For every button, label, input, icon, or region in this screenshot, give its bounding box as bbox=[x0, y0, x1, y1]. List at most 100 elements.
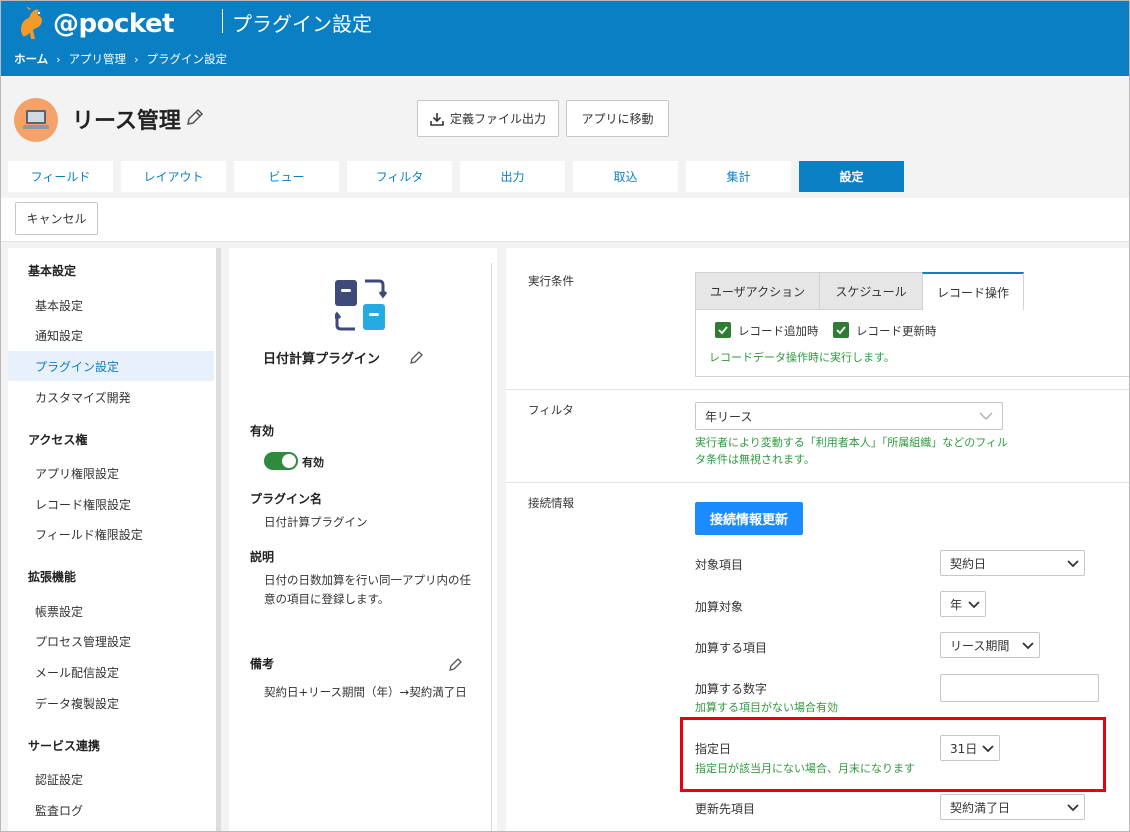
chevron-right-icon: › bbox=[56, 52, 61, 66]
execution-note: レコードデータ操作時に実行します。 bbox=[709, 351, 895, 364]
sidebar-item-customize[interactable]: カスタマイズ開発 bbox=[8, 382, 214, 412]
tab-settings[interactable]: 設定 bbox=[799, 161, 904, 192]
breadcrumb-home[interactable]: ホーム bbox=[14, 51, 48, 67]
note-value: 契約日+リース期間（年）→契約満了日 bbox=[264, 685, 467, 699]
logo-text: @pocket bbox=[53, 9, 175, 39]
record-add-checkbox[interactable] bbox=[715, 322, 731, 338]
app-window: @pocket プラグイン設定 ホーム › アプリ管理 › プラグイン設定 リー… bbox=[0, 0, 1130, 832]
filter-select-value: 年リース bbox=[705, 409, 753, 424]
row-divider bbox=[506, 389, 1129, 390]
date-calc-plugin-icon bbox=[335, 279, 387, 331]
note-label: 備考 bbox=[250, 657, 275, 671]
add-item-value: リース期間 bbox=[950, 638, 1010, 653]
top-header: @pocket プラグイン設定 ホーム › アプリ管理 › プラグイン設定 bbox=[1, 1, 1129, 76]
sidebar-item-audit-log[interactable]: 監査ログ bbox=[8, 795, 214, 825]
tab-record-operation[interactable]: レコード操作 bbox=[922, 272, 1024, 310]
sidebar-item-mail[interactable]: メール配信設定 bbox=[8, 657, 214, 687]
app-logo[interactable]: @pocket bbox=[15, 5, 175, 43]
chevron-right-icon: › bbox=[134, 52, 139, 66]
chevron-down-icon bbox=[968, 601, 980, 609]
highlight-box bbox=[680, 717, 1106, 792]
tab-user-action[interactable]: ユーザアクション bbox=[695, 272, 819, 310]
export-definition-button[interactable]: 定義ファイル出力 bbox=[417, 100, 559, 137]
add-target-value: 年 bbox=[950, 597, 963, 612]
check-icon bbox=[718, 326, 728, 335]
sidebar-item-form[interactable]: 帳票設定 bbox=[8, 596, 214, 626]
refresh-connection-button[interactable]: 接続情報更新 bbox=[695, 502, 803, 535]
connection-info-label: 接続情報 bbox=[528, 496, 574, 510]
filter-note-line2: タ条件は無視されます。 bbox=[695, 453, 815, 466]
plugin-title: 日付計算プラグイン bbox=[263, 352, 381, 367]
enabled-label: 有効 bbox=[250, 424, 275, 438]
tab-aggregate[interactable]: 集計 bbox=[686, 161, 791, 192]
tab-field[interactable]: フィールド bbox=[8, 161, 113, 192]
app-name: リース管理 bbox=[72, 109, 181, 134]
main-tabs: フィールド レイアウト ビュー フィルタ 出力 取込 集計 設定 bbox=[1, 161, 1129, 193]
sidebar-item-process[interactable]: プロセス管理設定 bbox=[8, 626, 214, 656]
sidebar-item-record-permission[interactable]: レコード権限設定 bbox=[8, 489, 214, 519]
execution-tabs: ユーザアクション スケジュール レコード操作 bbox=[695, 272, 1024, 310]
add-number-label: 加算する数字 bbox=[695, 682, 768, 696]
breadcrumb: ホーム › アプリ管理 › プラグイン設定 bbox=[14, 51, 227, 67]
sidebar-section-access: アクセス権 bbox=[28, 433, 88, 447]
plugin-name-value: 日付計算プラグイン bbox=[264, 515, 368, 529]
title-divider bbox=[222, 9, 223, 33]
tab-filter[interactable]: フィルタ bbox=[347, 161, 452, 192]
sidebar-section-basic: 基本設定 bbox=[28, 264, 77, 278]
sidebar-item-basic-settings[interactable]: 基本設定 bbox=[8, 290, 214, 320]
breadcrumb-app-management[interactable]: アプリ管理 bbox=[69, 51, 127, 67]
download-icon bbox=[430, 112, 444, 126]
sidebar-item-plugin[interactable]: プラグイン設定 bbox=[8, 351, 214, 381]
record-update-checkbox[interactable] bbox=[833, 322, 849, 338]
record-add-label: レコード追加時 bbox=[738, 324, 819, 338]
record-operation-panel bbox=[695, 310, 1129, 377]
export-definition-label: 定義ファイル出力 bbox=[449, 112, 546, 126]
sidebar-item-data-copy[interactable]: データ複製設定 bbox=[8, 688, 214, 718]
sidebar-item-field-permission[interactable]: フィールド権限設定 bbox=[8, 519, 214, 549]
tab-schedule[interactable]: スケジュール bbox=[819, 272, 922, 310]
description-value: 日付の日数加算を行い同一アプリ内の任意の項目に登録します。 bbox=[264, 573, 471, 606]
chevron-down-icon bbox=[979, 412, 993, 420]
add-target-label: 加算対象 bbox=[695, 600, 744, 614]
chevron-down-icon bbox=[1022, 642, 1034, 650]
add-item-select[interactable]: リース期間 bbox=[940, 632, 1040, 658]
tab-import[interactable]: 取込 bbox=[573, 161, 678, 192]
settings-sidebar: 基本設定 基本設定 通知設定 プラグイン設定 カスタマイズ開発 アクセス権 アプ… bbox=[8, 248, 216, 831]
execution-condition-label: 実行条件 bbox=[528, 274, 574, 288]
add-number-note: 加算する項目がない場合有効 bbox=[695, 701, 838, 714]
sidebar-scrollbar[interactable] bbox=[216, 248, 221, 831]
pencil-icon[interactable] bbox=[409, 349, 425, 365]
goto-app-button[interactable]: アプリに移動 bbox=[566, 100, 669, 137]
filter-label: フィルタ bbox=[528, 403, 574, 417]
update-target-label: 更新先項目 bbox=[695, 802, 756, 816]
enabled-toggle[interactable] bbox=[264, 452, 298, 470]
update-target-value: 契約満了日 bbox=[950, 800, 1011, 815]
sidebar-item-notification[interactable]: 通知設定 bbox=[8, 320, 214, 350]
row-divider bbox=[506, 482, 1129, 483]
laptop-icon bbox=[23, 110, 49, 129]
sidebar-item-auth[interactable]: 認証設定 bbox=[8, 764, 214, 794]
update-target-select[interactable]: 契約満了日 bbox=[940, 794, 1085, 820]
sidebar-section-extension: 拡張機能 bbox=[28, 570, 77, 584]
add-item-label: 加算する項目 bbox=[695, 641, 768, 655]
target-field-value: 契約日 bbox=[950, 556, 987, 571]
target-field-select[interactable]: 契約日 bbox=[940, 550, 1085, 576]
panel-divider bbox=[491, 263, 492, 831]
enabled-state-label: 有効 bbox=[302, 456, 324, 469]
add-number-input[interactable] bbox=[940, 674, 1099, 702]
pencil-icon[interactable] bbox=[185, 107, 205, 127]
record-update-label: レコード更新時 bbox=[856, 324, 937, 338]
sidebar-item-app-permission[interactable]: アプリ権限設定 bbox=[8, 458, 214, 488]
tab-output[interactable]: 出力 bbox=[460, 161, 565, 192]
filter-select[interactable]: 年リース bbox=[695, 402, 1003, 430]
breadcrumb-plugin-settings: プラグイン設定 bbox=[146, 52, 227, 66]
tab-layout[interactable]: レイアウト bbox=[121, 161, 226, 192]
add-target-select[interactable]: 年 bbox=[940, 591, 986, 617]
tab-view[interactable]: ビュー bbox=[234, 161, 339, 192]
cancel-button[interactable]: キャンセル bbox=[15, 202, 98, 235]
description-label: 説明 bbox=[250, 550, 275, 564]
filter-note-line1: 実行者により変動する「利用者本人」「所属組織」などのフィル bbox=[695, 436, 1009, 449]
check-icon bbox=[836, 326, 846, 335]
pencil-icon[interactable] bbox=[448, 656, 464, 672]
plugin-info-panel bbox=[229, 248, 497, 831]
